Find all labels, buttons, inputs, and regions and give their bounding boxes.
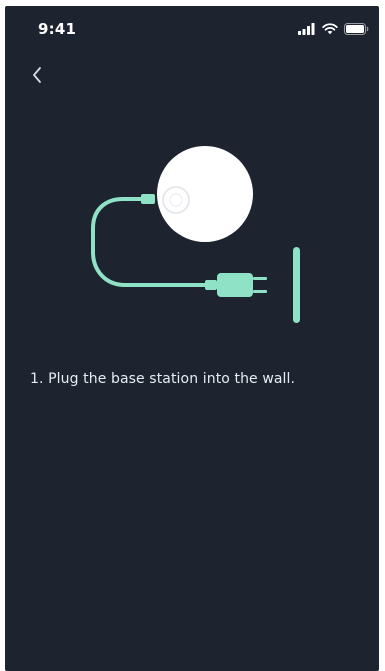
chevron-left-icon	[33, 67, 41, 83]
plug-prong-top	[253, 277, 267, 280]
base-station-illustration	[91, 146, 300, 323]
status-icons	[298, 22, 369, 36]
base-station-device	[157, 146, 253, 242]
status-time: 9:41	[38, 20, 77, 38]
plug-strain-relief	[205, 280, 217, 290]
cellular-signal-icon	[298, 23, 315, 35]
wall-outlet	[293, 247, 300, 323]
step-instruction: 1. Plug the base station into the wall.	[30, 371, 296, 387]
status-bar: 9:41	[5, 6, 379, 48]
plug-prong-bottom	[253, 290, 267, 293]
wifi-icon	[322, 23, 338, 35]
power-plug	[217, 273, 253, 297]
back-button[interactable]	[25, 61, 49, 89]
battery-icon	[344, 23, 369, 35]
setup-screen: 9:41 1. Plug the base station into the w…	[5, 6, 379, 671]
cable-connector	[141, 194, 155, 204]
